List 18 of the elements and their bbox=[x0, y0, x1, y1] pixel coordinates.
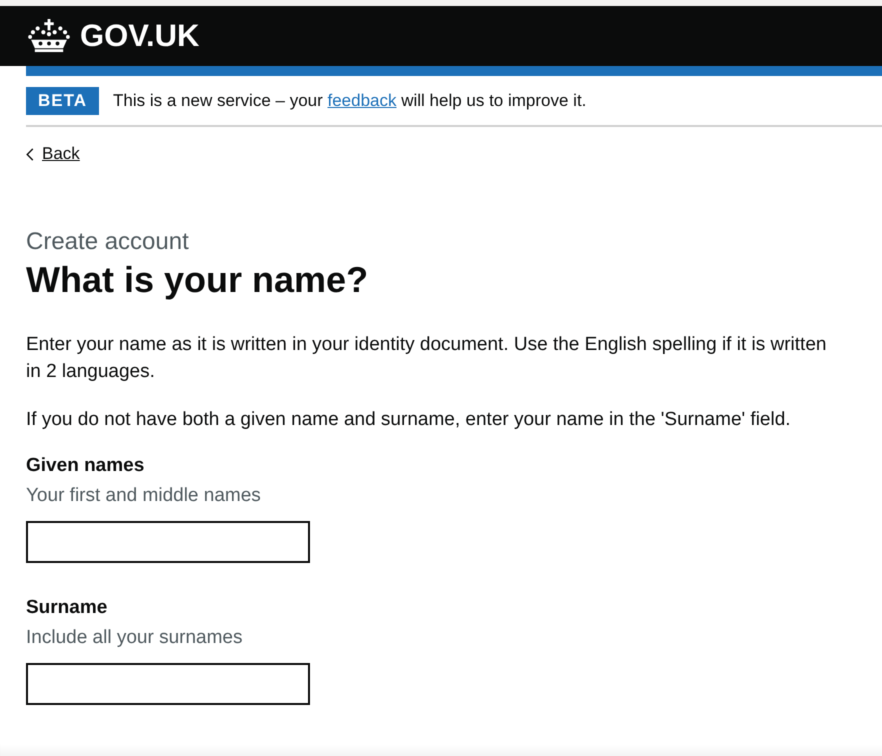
field-label: Surname bbox=[26, 597, 108, 620]
back-link[interactable]: Back bbox=[26, 144, 80, 164]
page-caption: Create account bbox=[26, 228, 190, 256]
input-field[interactable] bbox=[26, 521, 310, 564]
body-text: If you do not have both a given name and surname, enter your name in the 'Surname' field. bbox=[26, 408, 792, 432]
feedback-link[interactable]: feedback bbox=[327, 90, 396, 110]
logo-link[interactable]: GOV.UK bbox=[26, 18, 200, 54]
field-hint: Include all your surnames bbox=[26, 627, 242, 650]
field-hint: Your first and middle names bbox=[26, 485, 261, 508]
logo-text: GOV.UK bbox=[80, 18, 200, 54]
chevron-left-icon bbox=[26, 148, 34, 160]
beta-tag: BETA bbox=[26, 86, 100, 114]
input-field[interactable] bbox=[26, 663, 310, 706]
crown-icon bbox=[26, 19, 72, 53]
body-text: Enter your name as it is written in your identity document. Use the English spelling if it is written in 2 languages. bbox=[26, 333, 828, 384]
field-label: Given names bbox=[26, 455, 144, 478]
phase-banner-text: This is a new service – your feedback will help us to improve it. bbox=[113, 90, 586, 110]
page-heading: What is your name? bbox=[26, 260, 370, 300]
